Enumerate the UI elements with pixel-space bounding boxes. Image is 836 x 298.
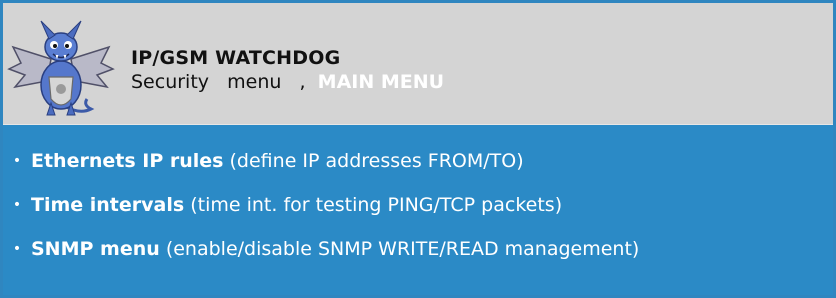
item-description: (define IP addresses FROM/TO)	[223, 150, 524, 172]
bullet-icon: •	[12, 153, 22, 169]
list-item-time-intervals: • Time intervals (time int. for testing P…	[3, 183, 639, 227]
time-intervals-link[interactable]: Time intervals	[31, 194, 184, 216]
snmp-menu-link[interactable]: SNMP menu	[31, 238, 160, 260]
dragon-mascot-icon	[7, 20, 115, 116]
list-item-snmp-menu: • SNMP menu (enable/disable SNMP WRITE/RE…	[3, 227, 639, 271]
title-block: IP/GSM WATCHDOG Security menu , MAIN MEN…	[131, 47, 444, 95]
page-subtitle: Security menu ,	[131, 71, 318, 93]
subtitle-row: Security menu , MAIN MENU	[131, 69, 444, 95]
header-banner: IP/GSM WATCHDOG Security menu , MAIN MEN…	[3, 3, 833, 125]
app-title: IP/GSM WATCHDOG	[131, 47, 341, 69]
bullet-icon: •	[12, 197, 22, 213]
page-frame: IP/GSM WATCHDOG Security menu , MAIN MEN…	[0, 0, 836, 298]
list-item-ethernet-ip-rules: • Ethernets IP rules (define IP addresses…	[3, 139, 639, 183]
ethernets-ip-rules-link[interactable]: Ethernets IP rules	[31, 150, 223, 172]
menu-list: • Ethernets IP rules (define IP addresses…	[3, 139, 639, 271]
item-description: (enable/disable SNMP WRITE/READ manageme…	[159, 238, 640, 260]
main-menu-link[interactable]: MAIN MENU	[318, 71, 444, 93]
bullet-icon: •	[12, 241, 22, 257]
item-description: (time int. for testing PING/TCP packets)	[184, 194, 563, 216]
